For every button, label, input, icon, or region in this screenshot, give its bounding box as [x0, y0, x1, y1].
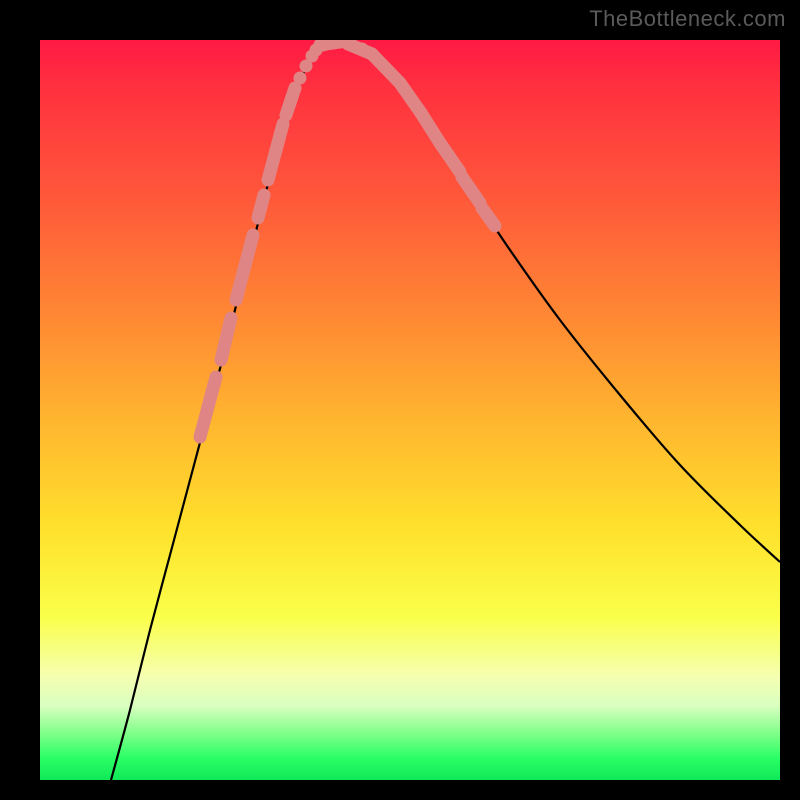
highlight-dot	[294, 72, 307, 85]
highlight-segment	[258, 195, 264, 218]
chart-svg	[40, 40, 780, 780]
chart-frame: TheBottleneck.com	[0, 0, 800, 800]
plot-area	[40, 40, 780, 780]
highlight-overlays	[200, 40, 495, 437]
highlight-dot	[356, 43, 369, 56]
highlight-segment	[268, 124, 283, 180]
highlight-segment	[221, 318, 231, 360]
highlight-segment	[286, 88, 295, 115]
highlight-segment	[236, 235, 253, 300]
highlight-segment	[440, 143, 460, 172]
watermark-label: TheBottleneck.com	[589, 6, 786, 32]
highlight-segment	[200, 377, 216, 437]
highlight-segment	[482, 208, 495, 226]
highlight-segment	[462, 177, 480, 203]
